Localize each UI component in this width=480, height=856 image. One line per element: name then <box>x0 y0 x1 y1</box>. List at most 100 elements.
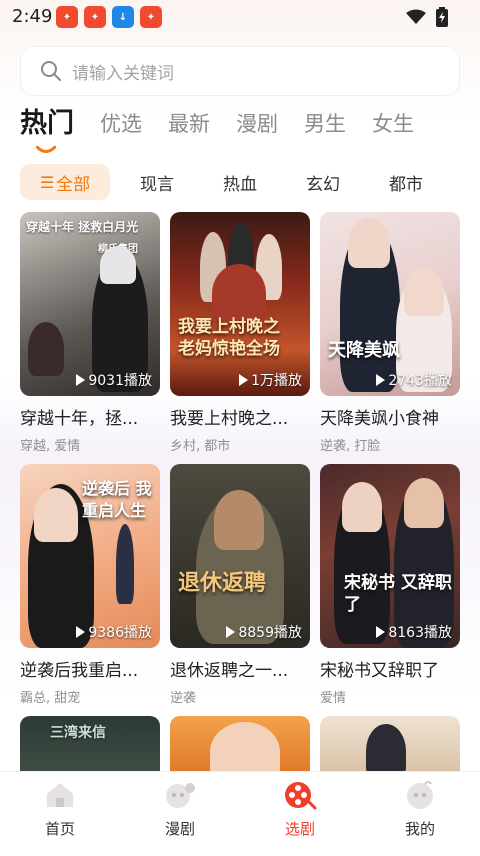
chip-label: 现言 <box>140 174 174 195</box>
chip-action[interactable]: 热血 <box>204 164 276 200</box>
profile-icon <box>407 781 433 809</box>
nav-comic[interactable]: 漫剧 <box>140 780 220 839</box>
cover-text: 三湾来信 <box>50 725 106 741</box>
drama-title[interactable]: 退休返聘之一... <box>170 656 310 681</box>
nav-label: 首页 <box>44 820 75 838</box>
chip-all[interactable]: ☰ 全部 <box>20 164 110 200</box>
character-head <box>404 478 444 528</box>
character-head <box>34 488 78 542</box>
chip-fantasy[interactable]: 玄幻 <box>287 164 359 200</box>
drama-card[interactable]: 退休返聘 8859播放 退休返聘之一... 逆袭 <box>170 464 310 706</box>
drama-title[interactable]: 我要上村晚之... <box>170 404 310 429</box>
drama-tags: 穿越, 爱情 <box>20 439 81 454</box>
tab-latest[interactable]: 最新 <box>168 106 210 156</box>
play-count: 8163播放 <box>376 622 452 642</box>
home-icon <box>47 783 73 807</box>
nav-home[interactable]: 首页 <box>20 780 100 839</box>
comic-icon <box>166 783 195 808</box>
tab-male[interactable]: 男生 <box>304 106 346 156</box>
cover-text: 天降美飒 <box>328 340 400 361</box>
character-head <box>210 722 280 772</box>
drama-title[interactable]: 穿越十年，拯... <box>20 404 160 429</box>
drama-tags: 逆袭, 打脸 <box>320 439 381 454</box>
play-count-text: 9386播放 <box>88 625 152 641</box>
drama-card[interactable]: 宋秘书 又辞职了 8163播放 宋秘书又辞职了 爱情 <box>320 464 460 706</box>
chip-label: 都市 <box>389 174 423 195</box>
tab-label: 男生 <box>304 112 346 136</box>
drama-cover[interactable] <box>320 716 460 772</box>
tab-comic[interactable]: 漫剧 <box>236 106 278 156</box>
tab-label: 漫剧 <box>236 112 278 136</box>
drama-cover[interactable]: 逆袭后 我重启人生 9386播放 <box>20 464 160 648</box>
film-reel-icon <box>285 782 317 810</box>
character-head <box>404 268 444 316</box>
drama-cover[interactable]: 天降美飒 2743播放 <box>320 212 460 396</box>
search-icon <box>41 61 61 81</box>
play-count: 8859播放 <box>226 622 302 642</box>
battery-icon <box>436 7 448 27</box>
tab-featured[interactable]: 优选 <box>100 106 142 156</box>
tab-label: 优选 <box>100 112 142 136</box>
tab-label: 最新 <box>168 112 210 136</box>
drama-cover[interactable]: 三湾来信 <box>20 716 160 772</box>
drama-tags: 爱情 <box>320 691 347 706</box>
play-icon <box>76 626 86 638</box>
drama-tags: 乡村, 都市 <box>170 439 231 454</box>
tab-female[interactable]: 女生 <box>372 106 414 156</box>
nav-pick-drama[interactable]: 选剧 <box>260 780 340 839</box>
drama-cover[interactable]: 穿越十年 拯救白月光 柳氏集团 9031播放 <box>20 212 160 396</box>
play-icon <box>226 626 236 638</box>
cover-text: 宋秘书 又辞职了 <box>344 573 452 615</box>
drama-cover[interactable] <box>170 716 310 772</box>
chip-label: 玄幻 <box>306 174 340 195</box>
wifi-icon <box>406 9 426 25</box>
category-tabs: 热门 优选 最新 漫剧 男生 女生 <box>20 106 440 156</box>
drama-tags: 霸总, 甜宠 <box>20 691 81 706</box>
drama-cover[interactable]: 宋秘书 又辞职了 8163播放 <box>320 464 460 648</box>
drama-card[interactable] <box>320 716 460 772</box>
list-icon: ☰ <box>39 172 55 192</box>
character-figure <box>116 524 134 604</box>
play-icon <box>376 374 386 386</box>
drama-title[interactable]: 宋秘书又辞职了 <box>320 656 460 681</box>
search-placeholder: 请输入关键词 <box>72 63 174 84</box>
chip-romance[interactable]: 现言 <box>121 164 193 200</box>
search-input[interactable]: 请输入关键词 <box>20 46 460 96</box>
play-count-text: 2743播放 <box>388 373 452 389</box>
drama-card[interactable]: 天降美飒 2743播放 天降美飒小食神 逆袭, 打脸 <box>320 212 460 454</box>
play-count: 2743播放 <box>376 370 452 390</box>
nav-label: 选剧 <box>284 820 315 838</box>
play-count-text: 1万播放 <box>251 373 302 389</box>
app-notification-icon: ✦ <box>140 6 162 28</box>
drama-title[interactable]: 天降美飒小食神 <box>320 404 460 429</box>
play-count: 9031播放 <box>76 370 152 390</box>
drama-card[interactable] <box>170 716 310 772</box>
drama-card[interactable]: 逆袭后 我重启人生 9386播放 逆袭后我重启... 霸总, 甜宠 <box>20 464 160 706</box>
nav-label: 漫剧 <box>164 820 195 838</box>
chip-urban[interactable]: 都市 <box>370 164 442 200</box>
app-notification-icon: ✦ <box>84 6 106 28</box>
drama-title[interactable]: 逆袭后我重启... <box>20 656 160 681</box>
drama-card[interactable]: 穿越十年 拯救白月光 柳氏集团 9031播放 穿越十年，拯... 穿越, 爱情 <box>20 212 160 454</box>
chip-label: 热血 <box>223 174 257 195</box>
nav-profile[interactable]: 我的 <box>380 780 460 839</box>
play-icon <box>239 374 249 386</box>
play-count-text: 8859播放 <box>238 625 302 641</box>
character-head <box>348 218 390 268</box>
drama-card[interactable]: 我要上村晚之 老妈惊艳全场 1万播放 我要上村晚之... 乡村, 都市 <box>170 212 310 454</box>
tab-label: 热门 <box>20 108 74 139</box>
tab-active-indicator <box>36 146 56 153</box>
drama-cover[interactable]: 退休返聘 8859播放 <box>170 464 310 648</box>
cover-text: 我要上村晚之 老妈惊艳全场 <box>178 317 280 359</box>
character-head <box>214 490 264 550</box>
character-head <box>366 724 406 772</box>
bottom-nav: 首页 漫剧 选剧 我的 <box>0 771 480 856</box>
notification-icons: ✦ ✦ ↓ ✦ <box>56 6 162 28</box>
drama-card[interactable]: 三湾来信 <box>20 716 160 772</box>
tab-hot[interactable]: 热门 <box>20 106 74 156</box>
play-count-text: 8163播放 <box>388 625 452 641</box>
app-notification-icon: ✦ <box>56 6 78 28</box>
cover-text: 穿越十年 拯救白月光 <box>26 220 139 234</box>
drama-cover[interactable]: 我要上村晚之 老妈惊艳全场 1万播放 <box>170 212 310 396</box>
nav-label: 我的 <box>404 820 435 838</box>
